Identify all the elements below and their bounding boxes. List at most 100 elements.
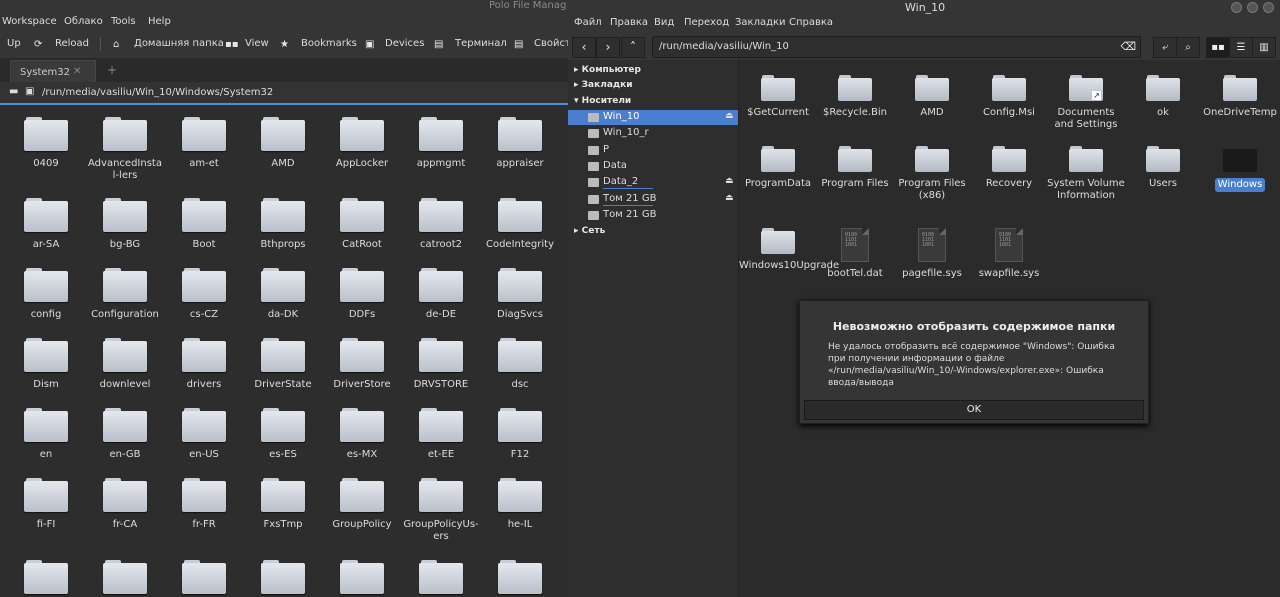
polo-pathbar[interactable]: ▬ ▣ /run/media/vasiliu/Win_10/Windows/Sy… [0,82,568,105]
tab-system32[interactable]: System32 ✕ [10,60,96,83]
folder-item[interactable]: Windows10Upgrade [739,228,839,272]
folder-item[interactable]: Dism [8,338,84,391]
folder-item[interactable] [482,560,558,597]
menu-help[interactable]: Help [148,16,171,27]
menu-view[interactable]: Вид [654,17,674,28]
folder-item[interactable]: en-GB [87,408,163,461]
sidebar-network[interactable]: ▸ Сеть [574,226,605,236]
sidebar-device-item[interactable]: Win_10_r [568,126,738,141]
file-item[interactable]: 0100 1101 1001 bootTel.dat [816,228,894,280]
file-item[interactable]: 0100 1101 1001 swapfile.sys [970,228,1048,280]
folder-item[interactable]: AMD [245,117,321,170]
folder-item[interactable]: FxsTmp [245,478,321,531]
folder-item[interactable]: $GetCurrent [739,75,817,119]
menu-workspace[interactable]: Workspace [2,16,57,27]
folder-item[interactable]: ar-SA [8,198,84,251]
path-text[interactable]: /run/media/vasiliu/Win_10/Windows/System… [42,87,273,98]
up-button[interactable]: ˄ [621,37,645,58]
menu-edit[interactable]: Правка [610,17,648,28]
sidebar-device-item[interactable]: P [568,143,738,158]
sidebar-device-item[interactable]: Том 21 GB [568,208,738,223]
folder-item[interactable]: cs-CZ [166,268,242,321]
minimize-button[interactable] [1231,2,1242,13]
folder-item[interactable]: Program Files [816,146,894,190]
menu-file[interactable]: Файл [574,17,602,28]
folder-item[interactable]: en-US [166,408,242,461]
folder-item[interactable]: DriverStore [324,338,400,391]
folder-item[interactable]: AppLocker [324,117,400,170]
folder-item[interactable]: en [8,408,84,461]
folder-item[interactable]: Config.Msi [970,75,1048,119]
folder-item[interactable]: GroupPolicy [324,478,400,531]
folder-item[interactable]: am-et [166,117,242,170]
folder-item[interactable] [166,560,242,597]
folder-item[interactable]: de-DE [403,268,479,321]
ok-button[interactable]: OK [804,400,1144,420]
folder-item[interactable]: System Volume Information [1047,146,1125,202]
folder-item[interactable]: et-EE [403,408,479,461]
folder-item[interactable]: fr-CA [87,478,163,531]
folder-item[interactable]: AdvancedInstal-lers [87,117,163,182]
forward-button[interactable]: › [596,37,620,58]
eject-icon[interactable]: ⏏ [725,176,734,186]
folder-item[interactable]: Configuration [87,268,163,321]
folder-item[interactable]: Windows [1201,146,1279,192]
file-item[interactable]: 0100 1101 1001 pagefile.sys [893,228,971,280]
search-button[interactable]: ⌕ [1176,37,1200,58]
eject-icon[interactable]: ⏏ [725,193,734,203]
folder-item[interactable]: he-IL [482,478,558,531]
folder-item[interactable]: config [8,268,84,321]
folder-item[interactable]: Boot [166,198,242,251]
back-button[interactable]: ‹ [572,37,596,58]
folder-item[interactable] [8,560,84,597]
folder-item[interactable]: Bthprops [245,198,321,251]
folder-item[interactable]: bg-BG [87,198,163,251]
folder-item[interactable]: appmgmt [403,117,479,170]
list-view-button[interactable]: ☰ [1229,37,1253,58]
close-tab-icon[interactable]: ✕ [73,66,81,77]
menu-tools[interactable]: Tools [111,16,136,27]
up-button[interactable]: Up [7,38,21,49]
menu-bookmarks[interactable]: Закладки [735,17,786,28]
folder-item[interactable]: fr-FR [166,478,242,531]
icon-view-button[interactable]: ▪▪ [1206,37,1230,58]
folder-item[interactable]: Program Files (x86) [893,146,971,202]
compact-view-button[interactable]: ▥ [1252,37,1276,58]
folder-item[interactable]: ↗ Documents and Settings [1047,75,1125,131]
folder-item[interactable]: CatRoot [324,198,400,251]
close-button[interactable] [1263,2,1274,13]
folder-item[interactable]: $Recycle.Bin [816,75,894,119]
bookmarks-button[interactable]: Bookmarks [301,38,357,49]
folder-item[interactable]: es-MX [324,408,400,461]
sidebar-device-item[interactable]: Data [568,159,738,174]
folder-item[interactable]: Recovery [970,146,1048,190]
devices-button[interactable]: Devices [385,38,424,49]
folder-item[interactable]: DDFs [324,268,400,321]
home-button[interactable]: Домашняя папка [134,38,224,49]
folder-item[interactable]: da-DK [245,268,321,321]
menu-cloud[interactable]: Облако [64,16,103,27]
folder-item[interactable]: DriverState [245,338,321,391]
view-button[interactable]: View [245,38,269,49]
folder-item[interactable]: 0409 [8,117,84,170]
sidebar-computer[interactable]: ▸ Компьютер [574,65,641,75]
folder-item[interactable]: drivers [166,338,242,391]
folder-item[interactable]: catroot2 [403,198,479,251]
sidebar-bookmarks[interactable]: ▸ Закладки [574,80,633,90]
folder-item[interactable]: AMD [893,75,971,119]
folder-item[interactable]: ok [1124,75,1202,119]
folder-item[interactable]: GroupPolicyUs-ers [403,478,479,543]
toggle-location-button[interactable]: ⤶ [1153,37,1177,58]
maximize-button[interactable] [1247,2,1258,13]
menu-help[interactable]: Справка [789,17,833,28]
folder-item[interactable] [87,560,163,597]
folder-item[interactable]: DRVSTORE [403,338,479,391]
folder-item[interactable]: DiagSvcs [482,268,558,321]
location-bar[interactable]: /run/media/vasiliu/Win_10 ⌫ [652,36,1141,58]
terminal-button[interactable]: Терминал [455,38,507,49]
folder-item[interactable]: ProgramData [739,146,817,190]
sidebar-device-item[interactable]: Win_10 ⏏ [568,110,738,125]
folder-item[interactable]: F12 [482,408,558,461]
folder-item[interactable] [403,560,479,597]
folder-item[interactable]: fi-FI [8,478,84,531]
